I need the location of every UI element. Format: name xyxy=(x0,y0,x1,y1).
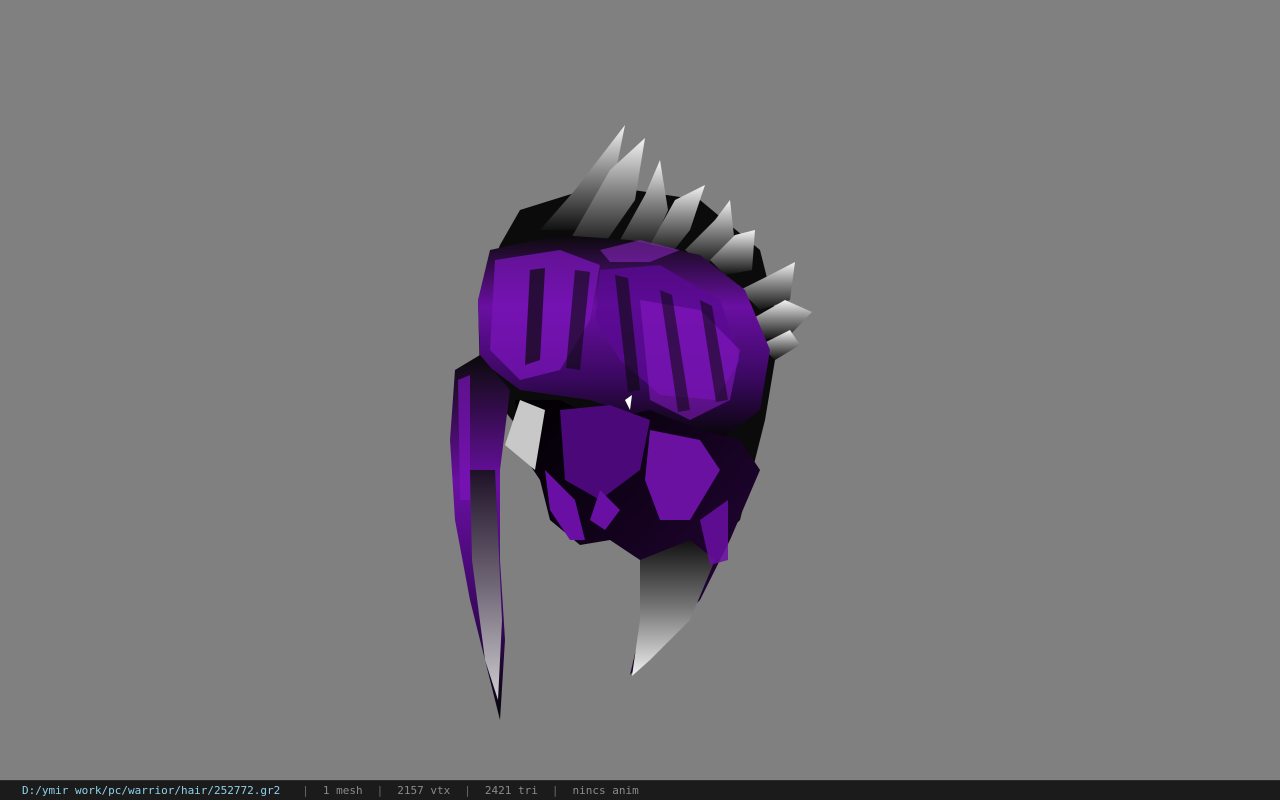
3d-viewport[interactable] xyxy=(0,0,1280,780)
status-separator: | xyxy=(551,784,559,797)
status-separator: | xyxy=(464,784,471,797)
triangle-count-label: 2421 tri xyxy=(484,784,538,797)
hair-model-render xyxy=(450,125,812,720)
animation-status-label: nincs anim xyxy=(572,784,639,797)
status-separator: | xyxy=(376,784,384,797)
status-bar: D:/ymir work/pc/warrior/hair/252772.gr2 … xyxy=(0,780,1280,800)
mesh-count-label: 1 mesh xyxy=(322,784,363,797)
vertex-count-label: 2157 vtx xyxy=(397,784,451,797)
hair-front-bangs xyxy=(505,400,760,676)
status-separator: | xyxy=(302,784,309,797)
file-path-label: D:/ymir work/pc/warrior/hair/252772.gr2 xyxy=(22,784,281,797)
hair-left-strand xyxy=(450,355,510,720)
